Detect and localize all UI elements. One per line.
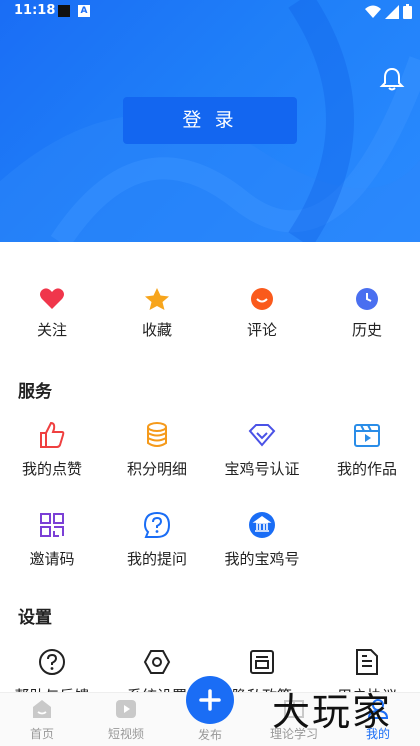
- service-points[interactable]: 积分明细: [107, 421, 207, 479]
- home-icon: [33, 700, 51, 718]
- bell-icon[interactable]: [379, 66, 405, 92]
- document-icon: [356, 649, 378, 675]
- heart-icon: [40, 288, 64, 309]
- quick-item-comments[interactable]: 评论: [222, 287, 302, 340]
- quick-item-history[interactable]: 历史: [327, 287, 407, 340]
- coins-icon: [147, 422, 167, 447]
- clock-icon: [356, 288, 378, 310]
- quick-item-label: 收藏: [141, 321, 172, 339]
- play-icon: [116, 700, 136, 718]
- policy-icon: [250, 650, 274, 674]
- quick-item-follow[interactable]: 关注: [12, 287, 92, 340]
- star-icon: [145, 288, 169, 310]
- diamond-icon: [248, 424, 276, 447]
- question-icon: [143, 511, 171, 538]
- nav-short-video[interactable]: 短视频: [84, 699, 168, 742]
- quick-item-label: 关注: [36, 321, 67, 339]
- hexagon-settings-icon: [143, 650, 171, 674]
- nav-label: 首页: [29, 727, 54, 741]
- plus-icon: [199, 689, 221, 711]
- service-verification[interactable]: 宝鸡号认证: [212, 421, 312, 479]
- service-label: 我的宝鸡号: [224, 550, 300, 568]
- profile-header: 11:18 A 登 录: [0, 0, 420, 242]
- service-label: 我的点赞: [21, 460, 82, 478]
- notification-a-icon: A: [78, 5, 90, 17]
- bank-icon: [249, 512, 275, 538]
- notification-square-icon: [58, 5, 70, 17]
- status-bar: 11:18 A: [0, 0, 420, 24]
- video-icon: [354, 424, 380, 447]
- status-time: 11:18: [14, 3, 56, 18]
- nav-home[interactable]: 首页: [0, 699, 84, 742]
- quick-actions: 关注 收藏 评论 历史: [0, 287, 420, 347]
- help-icon: [39, 649, 65, 675]
- qr-code-icon: [40, 513, 64, 537]
- wifi-icon: [365, 5, 381, 18]
- login-button[interactable]: 登 录: [123, 97, 297, 144]
- service-my-account[interactable]: 我的宝鸡号: [212, 511, 312, 569]
- services-section-title: 服务: [18, 382, 52, 402]
- nav-label: 短视频: [107, 727, 144, 741]
- publish-button[interactable]: [186, 676, 234, 724]
- service-invite-code[interactable]: 邀请码: [2, 511, 102, 569]
- quick-item-label: 评论: [246, 321, 277, 339]
- signal-icon: [385, 4, 399, 19]
- status-icons: [365, 4, 412, 19]
- service-label: 宝鸡号认证: [224, 460, 300, 478]
- service-my-questions[interactable]: 我的提问: [107, 511, 207, 569]
- battery-icon: [403, 4, 412, 19]
- service-my-likes[interactable]: 我的点赞: [2, 421, 102, 479]
- service-label: 积分明细: [126, 460, 187, 478]
- service-label: 邀请码: [29, 550, 75, 568]
- service-label: 我的提问: [126, 550, 187, 568]
- settings-section-title: 设置: [18, 608, 52, 628]
- quick-item-favorites[interactable]: 收藏: [117, 287, 197, 340]
- thumbs-up-icon: [40, 421, 65, 448]
- comment-icon: [251, 288, 273, 310]
- publish-label: 发布: [197, 728, 222, 742]
- service-label: 我的作品: [336, 460, 397, 478]
- quick-item-label: 历史: [351, 321, 382, 339]
- watermark-text: 大玩家: [272, 690, 393, 734]
- service-my-works[interactable]: 我的作品: [317, 421, 417, 479]
